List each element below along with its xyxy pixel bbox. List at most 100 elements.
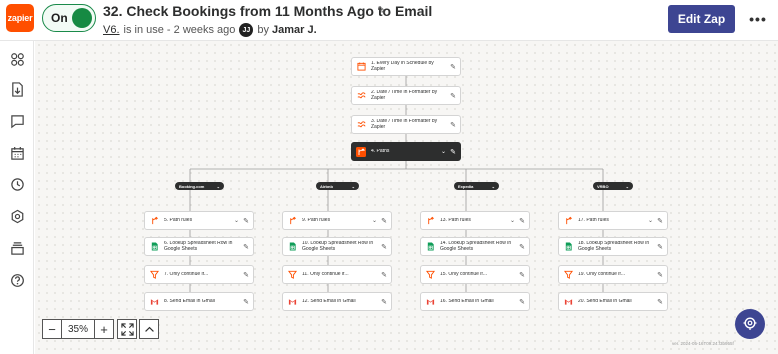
path-rules-icon [563,216,573,226]
step-google-sheets[interactable]: 14. Lookup Spreadsheet Row in Google She… [420,237,530,256]
help-icon[interactable] [9,272,25,288]
path-name: VRBO [597,183,609,189]
zoom-level: 35% [62,319,94,339]
step-label: 14. Lookup Spreadsheet Row in Google She… [440,241,512,252]
chevron-up-icon[interactable] [139,319,159,339]
edit-step-icon[interactable]: ✎ [241,271,251,279]
step-google-sheets[interactable]: 6. Lookup Spreadsheet Row in Google Shee… [144,237,254,256]
calendar-icon[interactable] [9,145,25,161]
path-rules-icon [149,216,159,226]
zoom-in-button[interactable]: + [94,319,114,339]
step-gmail[interactable]: 16. Send Email in Gmail ✎ [420,292,530,311]
chevron-down-icon[interactable]: ⌄ [232,217,241,224]
path-name: Booking.com [179,183,205,189]
chevron-down-icon[interactable]: ⌄ [508,217,517,224]
layers-icon[interactable] [9,240,25,256]
step-path-rules[interactable]: 5. Path rules ⌄ ✎ [144,211,254,230]
chevron-down-icon: ⌄ [491,183,495,189]
edit-title-icon[interactable]: ✎ [377,4,386,17]
avatar: JJ [239,23,254,37]
step-label: 3. Date / Time in Formatter by Zapier [371,119,438,130]
edit-step-icon[interactable]: ✎ [448,63,458,71]
zoom-out-button[interactable]: − [42,319,62,339]
path-rules-icon [425,216,435,226]
path-name: Airbnb [320,183,333,189]
chevron-down-icon[interactable]: ⌄ [646,217,655,224]
edit-step-icon[interactable]: ✎ [241,298,251,306]
edit-step-icon[interactable]: ✎ [655,217,665,225]
step-label: 2. Date / Time in Formatter by Zapier [371,90,438,101]
step-google-sheets[interactable]: 18. Lookup Spreadsheet Row in Google She… [558,237,668,256]
gmail-icon [149,297,159,307]
chevron-down-icon[interactable]: ⌄ [370,217,379,224]
google-sheets-icon [425,242,435,252]
google-sheets-icon [149,242,159,252]
step-filter[interactable]: 11. Only continue if... ✎ [282,265,392,284]
support-chat-button[interactable] [735,309,765,339]
path-pill[interactable]: Airbnb ⌄ [316,182,359,190]
edit-step-icon[interactable]: ✎ [379,217,389,225]
zap-meta: V6. is in use - 2 weeks ago JJ by Jamar … [103,23,317,37]
step-formatter-2[interactable]: 3. Date / Time in Formatter by Zapier ✎ [351,115,461,134]
apps-icon[interactable] [9,51,25,67]
edit-step-icon[interactable]: ✎ [379,243,389,251]
paths-icon [356,146,366,157]
step-gmail[interactable]: 20. Send Email in Gmail ✎ [558,292,668,311]
gmail-icon [563,297,573,307]
chevron-down-icon[interactable]: ⌄ [439,148,448,155]
version-link[interactable]: V6. [103,24,120,36]
edit-step-icon[interactable]: ✎ [655,298,665,306]
step-path-rules[interactable]: 13. Path rules ⌄ ✎ [420,211,530,230]
step-gmail[interactable]: 8. Send Email in Gmail ✎ [144,292,254,311]
zap-on-toggle[interactable]: On [42,4,96,32]
fit-to-screen-icon[interactable] [117,319,137,339]
edit-step-icon[interactable]: ✎ [448,92,458,100]
comment-icon[interactable] [9,113,25,129]
import-icon[interactable] [9,81,25,97]
edit-step-icon[interactable]: ✎ [448,121,458,129]
zapier-logo[interactable]: zapier [6,4,34,32]
step-filter[interactable]: 19. Only continue if... ✎ [558,265,668,284]
path-pill[interactable]: VRBO ⌄ [593,182,633,190]
formatter-icon [356,91,366,101]
step-paths[interactable]: 4. Paths ⌄ ✎ [351,142,461,161]
step-formatter-1[interactable]: 2. Date / Time in Formatter by Zapier ✎ [351,86,461,105]
zoom-controls: − 35% + [42,319,114,339]
step-google-sheets[interactable]: 10. Lookup Spreadsheet Row in Google She… [282,237,392,256]
step-gmail[interactable]: 12. Send Email in Gmail ✎ [282,292,392,311]
schedule-icon [356,62,366,72]
edit-step-icon[interactable]: ✎ [379,298,389,306]
edit-step-icon[interactable]: ✎ [517,271,527,279]
path-pill[interactable]: Expedia ⌄ [454,182,499,190]
step-path-rules[interactable]: 9. Path rules ⌄ ✎ [282,211,392,230]
edit-zap-button[interactable]: Edit Zap [668,5,735,33]
edit-step-icon[interactable]: ✎ [655,271,665,279]
gmail-icon [287,297,297,307]
chevron-down-icon: ⌄ [216,183,220,189]
toggle-label: On [51,11,68,25]
more-options-icon[interactable]: ••• [748,9,768,29]
edit-step-icon[interactable]: ✎ [655,243,665,251]
history-icon[interactable] [9,176,25,192]
step-schedule[interactable]: 1. Every Day in Schedule by Zapier ✎ [351,57,461,76]
edit-step-icon[interactable]: ✎ [379,271,389,279]
support-icon [743,317,757,330]
edit-step-icon[interactable]: ✎ [517,217,527,225]
filter-icon [287,270,297,280]
editor-canvas[interactable]: 1. Every Day in Schedule by Zapier ✎ 2. … [35,41,778,354]
by-text: by [257,24,270,36]
formatter-icon [356,120,366,130]
edit-step-icon[interactable]: ✎ [241,217,251,225]
edit-step-icon[interactable]: ✎ [517,298,527,306]
path-pill[interactable]: Booking.com ⌄ [175,182,224,190]
step-label: 7. Only continue if... [164,271,209,277]
step-filter[interactable]: 15. Only continue if... ✎ [420,265,530,284]
edit-step-icon[interactable]: ✎ [241,243,251,251]
step-label: 9. Path rules [302,217,331,223]
edit-step-icon[interactable]: ✎ [448,148,458,156]
settings-icon[interactable] [9,208,25,224]
step-filter[interactable]: 7. Only continue if... ✎ [144,265,254,284]
edit-step-icon[interactable]: ✎ [517,243,527,251]
step-label: 5. Path rules [164,217,193,223]
step-path-rules[interactable]: 17. Path rules ⌄ ✎ [558,211,668,230]
